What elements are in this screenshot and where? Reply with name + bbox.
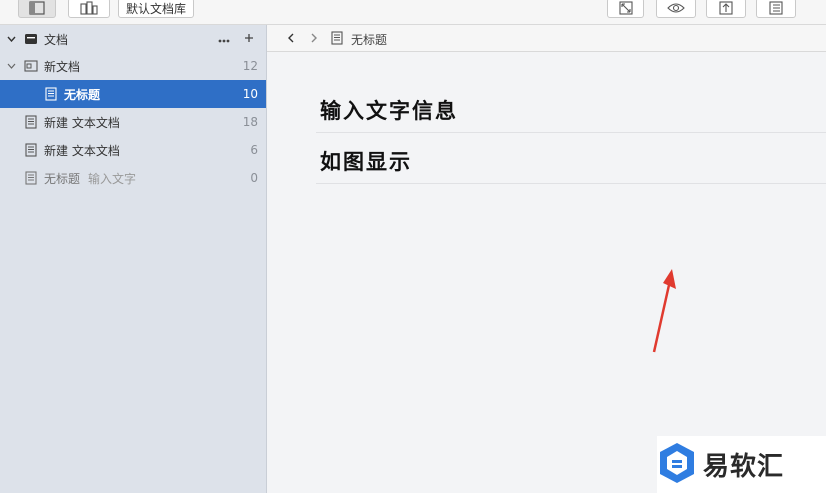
library-view-button[interactable] — [68, 0, 110, 18]
sidebar-item-untitled-selected[interactable]: 无标题 10 — [0, 80, 266, 108]
red-arrow-annotation — [652, 269, 676, 353]
eye-icon — [667, 2, 685, 14]
editor-text: 输入文字信息 — [320, 98, 458, 123]
sidebar-item-untitled-2[interactable]: 无标题 输入文字 0 — [0, 164, 266, 192]
library-icon — [80, 1, 98, 15]
add-icon[interactable] — [244, 31, 254, 47]
preview-button[interactable] — [656, 0, 696, 18]
expand-icon — [618, 1, 633, 15]
document-icon — [331, 31, 343, 48]
outline-button[interactable] — [756, 0, 796, 18]
list-icon — [769, 1, 783, 15]
toggle-sidebar-button[interactable] — [18, 0, 56, 18]
folder-doc-icon — [24, 59, 38, 73]
sidebar-item-text-doc-2[interactable]: 新建 文本文档 6 — [0, 136, 266, 164]
sidebar-root-label: 文档 — [44, 32, 69, 47]
sidebar-item-count: 6 — [250, 143, 258, 157]
sidebar-item-label: 无标题 输入文字 — [44, 170, 136, 187]
sidebar-item-label: 无标题 — [64, 87, 101, 102]
sidebar-item-label: 新建 文本文档 — [44, 115, 120, 130]
editor-pane: 无标题 输入文字信息 如图显示 — [267, 25, 826, 493]
chevron-down-icon[interactable] — [6, 61, 16, 71]
sidebar-item-count: 10 — [242, 87, 258, 101]
sidebar-item-count: 12 — [242, 59, 258, 73]
document-icon — [44, 87, 58, 101]
sidebar-item-text-doc-1[interactable]: 新建 文本文档 18 — [0, 108, 266, 136]
watermark: 易软汇 — [657, 436, 826, 493]
sidebar-item-new-doc-folder[interactable]: 新文档 12 — [0, 52, 266, 80]
more-options-icon[interactable] — [218, 31, 230, 47]
document-title: 无标题 — [351, 33, 388, 47]
chevron-down-icon[interactable] — [6, 34, 16, 44]
back-arrow-icon[interactable] — [283, 31, 297, 45]
sidebar-item-subtitle: 输入文字 — [88, 171, 137, 186]
sidebar: 文档 新文档 12 无标题 10 新建 文本文档 18 新建 文本文档 6 无标… — [0, 25, 267, 493]
sidebar-root-documents[interactable]: 文档 — [0, 25, 266, 53]
watermark-text: 易软汇 — [703, 452, 785, 482]
sidebar-item-label: 新文档 — [44, 59, 81, 74]
editor-text: 如图显示 — [320, 149, 412, 174]
forward-arrow-icon[interactable] — [307, 31, 321, 45]
sidebar-item-label: 新建 文本文档 — [44, 143, 120, 158]
document-icon — [24, 171, 38, 185]
sidebar-item-count: 0 — [250, 171, 258, 185]
export-button[interactable] — [706, 0, 746, 18]
sidebar-layout-icon — [29, 1, 45, 15]
editor-paragraph[interactable]: 如图显示 — [316, 133, 826, 184]
editor-navbar: 无标题 — [267, 25, 826, 52]
toolbar: 默认文档库 — [0, 0, 826, 25]
document-icon — [24, 143, 38, 157]
library-label: 默认文档库 — [125, 1, 186, 16]
fullscreen-button[interactable] — [607, 0, 644, 18]
archive-icon — [24, 32, 38, 46]
editor-paragraph[interactable]: 输入文字信息 — [316, 82, 826, 133]
logo-icon — [657, 441, 697, 488]
document-icon — [24, 115, 38, 129]
share-icon — [719, 1, 733, 15]
sidebar-item-count: 18 — [242, 115, 258, 129]
sidebar-item-title: 无标题 — [44, 171, 81, 186]
library-selector-button[interactable]: 默认文档库 — [118, 0, 194, 18]
